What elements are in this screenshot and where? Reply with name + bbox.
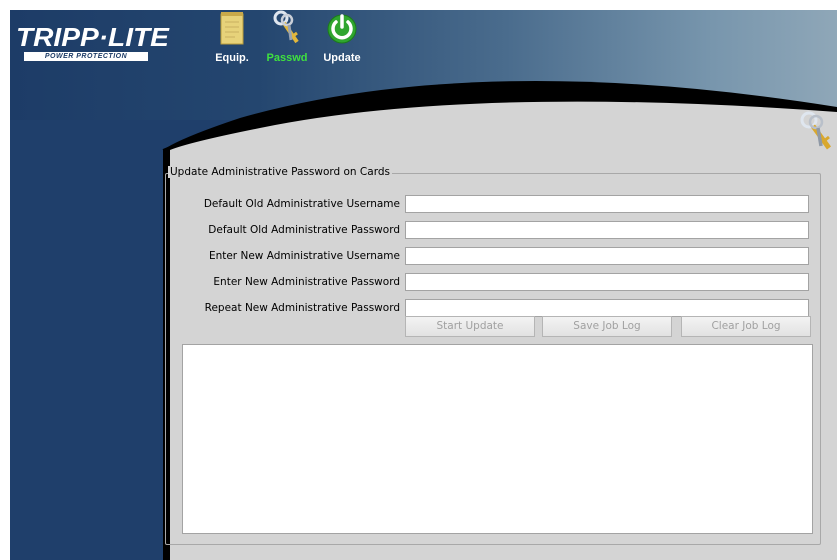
save-job-log-button[interactable]: Save Job Log bbox=[542, 316, 672, 337]
clear-job-log-button[interactable]: Clear Job Log bbox=[681, 316, 811, 337]
new-username-label: Enter New Administrative Username bbox=[208, 250, 400, 262]
old-password-input[interactable] bbox=[405, 221, 809, 239]
new-username-input[interactable] bbox=[405, 247, 809, 265]
group-title: Update Administrative Password on Cards bbox=[168, 166, 392, 178]
new-password-label: Enter New Administrative Password bbox=[213, 276, 400, 288]
start-update-button[interactable]: Start Update bbox=[405, 316, 535, 337]
old-username-label: Default Old Administrative Username bbox=[203, 198, 400, 210]
old-username-input[interactable] bbox=[405, 195, 809, 213]
repeat-password-label: Repeat New Administrative Password bbox=[204, 302, 400, 314]
repeat-password-input[interactable] bbox=[405, 299, 809, 317]
old-password-label: Default Old Administrative Password bbox=[208, 224, 400, 236]
new-password-input[interactable] bbox=[405, 273, 809, 291]
keys-icon bbox=[797, 110, 835, 159]
job-log-textarea[interactable] bbox=[182, 344, 813, 534]
